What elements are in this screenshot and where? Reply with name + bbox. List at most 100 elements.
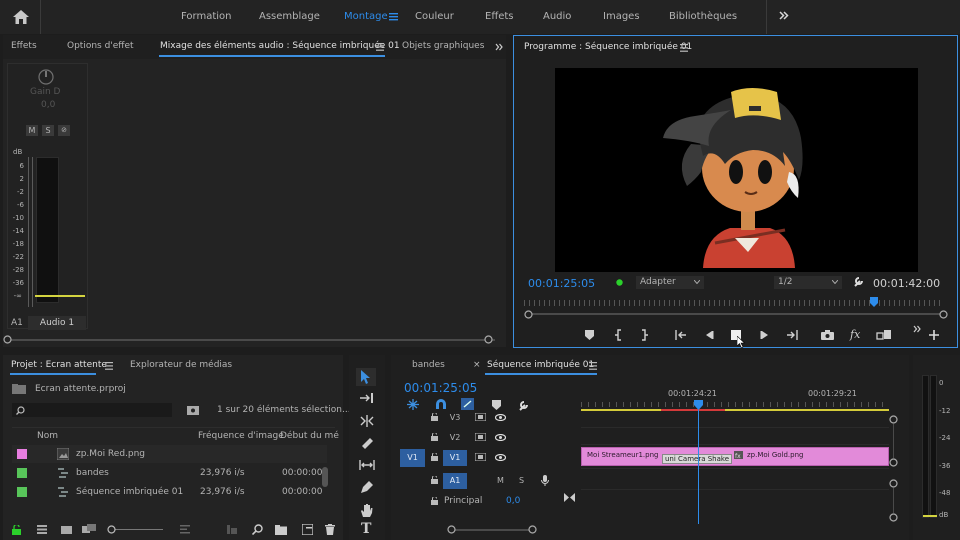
linked-selection-icon[interactable] <box>461 398 474 410</box>
more-workspaces-icon[interactable] <box>779 11 789 20</box>
step-forward-icon[interactable] <box>760 330 770 340</box>
mixer-scrollbar[interactable] <box>6 339 495 341</box>
add-marker-icon[interactable] <box>492 400 501 410</box>
type-tool-icon[interactable]: T <box>361 521 371 537</box>
playhead-marker[interactable] <box>694 400 703 410</box>
find-icon[interactable] <box>252 524 263 535</box>
step-back-icon[interactable] <box>704 330 714 340</box>
tab-sequence[interactable]: Séquence imbriquée 01 <box>487 360 594 370</box>
fit-dropdown[interactable]: Adapter <box>636 276 704 289</box>
go-to-in-icon[interactable] <box>675 330 687 340</box>
slip-tool-icon[interactable] <box>359 459 375 471</box>
trash-icon[interactable] <box>325 524 335 535</box>
eye-icon[interactable] <box>495 454 506 461</box>
lock-icon[interactable] <box>12 525 21 535</box>
nav-item-audio[interactable]: Audio <box>543 11 571 22</box>
vertical-zoom-handle[interactable] <box>889 513 898 522</box>
scroll-handle-right[interactable] <box>528 525 537 534</box>
hand-tool-icon[interactable] <box>360 503 373 517</box>
more-controls-icon[interactable] <box>913 325 922 333</box>
track-output-icon[interactable] <box>475 413 486 421</box>
zoom-handle-right[interactable] <box>939 310 948 319</box>
workspace-menu-icon[interactable] <box>389 12 398 21</box>
timeline-menu-icon[interactable] <box>589 362 597 370</box>
vertical-zoom-handle[interactable] <box>889 415 898 424</box>
playhead-line[interactable] <box>698 410 699 524</box>
track-name-v1[interactable]: V1 <box>443 450 467 466</box>
go-to-out-icon[interactable] <box>786 330 798 340</box>
track-name-v3[interactable]: V3 <box>443 410 467 426</box>
zoom-handle-left[interactable] <box>524 310 533 319</box>
tab-options-effet[interactable]: Options d'effet <box>67 41 134 51</box>
principal-volume-value[interactable]: 0,0 <box>506 496 520 506</box>
program-title[interactable]: Programme : Séquence imbriquée 01 <box>524 42 692 52</box>
project-menu-icon[interactable] <box>105 362 113 370</box>
time-ruler[interactable]: 00:01:24:21 00:01:29:21 <box>581 383 889 413</box>
column-nom[interactable]: Nom <box>37 431 58 441</box>
nav-item-formation[interactable]: Formation <box>181 11 231 22</box>
eye-icon[interactable] <box>495 414 506 421</box>
resolution-dropdown[interactable]: 1/2 <box>774 276 842 289</box>
list-view-icon[interactable] <box>37 525 47 534</box>
nav-item-effets[interactable]: Effets <box>485 11 514 22</box>
video-canvas[interactable] <box>555 68 918 272</box>
pen-tool-icon[interactable] <box>360 481 373 494</box>
track-lock-icon[interactable] <box>431 433 438 441</box>
program-mini-ruler[interactable] <box>524 300 944 306</box>
track-select-tool-icon[interactable] <box>360 392 374 404</box>
scroll-handle-left[interactable] <box>447 525 456 534</box>
wrench-icon[interactable] <box>518 399 530 411</box>
track-output-icon[interactable] <box>475 453 486 461</box>
new-bin-icon[interactable] <box>275 525 287 535</box>
tab-projet[interactable]: Projet : Ecran attente <box>11 360 107 370</box>
scroll-handle-left[interactable] <box>3 335 12 344</box>
nest-icon[interactable] <box>407 399 419 410</box>
mark-out-icon[interactable] <box>641 329 648 341</box>
record-button[interactable]: ⊘ <box>58 125 70 136</box>
program-menu-icon[interactable] <box>680 44 688 52</box>
tab-explorateur[interactable]: Explorateur de médias <box>130 360 232 370</box>
new-item-icon[interactable] <box>302 524 313 535</box>
timeline-timecode[interactable]: 00:01:25:05 <box>404 381 477 395</box>
tab-bandes[interactable]: bandes <box>412 360 445 370</box>
mute-button[interactable]: M <box>26 125 38 136</box>
list-item[interactable]: zp.Moi Red.png <box>12 445 327 463</box>
track-name-a1[interactable]: A1 <box>443 473 467 489</box>
zoom-slider-handle[interactable] <box>107 525 116 534</box>
pan-knob[interactable] <box>38 69 54 85</box>
tab-audio-clip-mixer[interactable]: Mixage des éléments audio : Séquence imb… <box>160 41 400 51</box>
playhead-marker[interactable] <box>870 297 878 307</box>
camera-icon[interactable] <box>821 330 834 340</box>
gain-value[interactable]: 0,0 <box>41 100 55 110</box>
tab-objets-graphiques[interactable]: Objets graphiques <box>402 41 484 51</box>
nav-item-bibliotheques[interactable]: Bibliothèques <box>669 11 737 22</box>
list-item[interactable]: Séquence imbriquée 01 23,976 i/s 00:00:0… <box>12 483 327 501</box>
panel-menu-icon[interactable] <box>376 43 384 51</box>
track-lock-icon[interactable] <box>431 476 438 484</box>
program-zoom-bar[interactable] <box>528 313 942 315</box>
track-lock-icon[interactable] <box>431 453 438 461</box>
track-lock-icon[interactable] <box>431 497 438 505</box>
tab-effets[interactable]: Effets <box>11 41 37 51</box>
list-item[interactable]: bandes 23,976 i/s 00:00:00 <box>12 464 327 482</box>
nav-item-montage[interactable]: Montage <box>344 11 388 22</box>
nav-item-assemblage[interactable]: Assemblage <box>259 11 320 22</box>
eye-icon[interactable] <box>495 434 506 441</box>
timeline-scrollbar[interactable] <box>451 529 533 531</box>
volume-fader[interactable] <box>35 295 85 297</box>
solo-button[interactable]: S <box>42 125 54 136</box>
add-marker-icon[interactable] <box>585 330 594 340</box>
fx-icon[interactable]: fx <box>850 328 860 341</box>
nav-item-images[interactable]: Images <box>603 11 640 22</box>
selection-tool[interactable] <box>356 368 376 386</box>
label-color-swatch[interactable] <box>17 468 27 478</box>
project-scrollbar[interactable] <box>322 467 328 487</box>
track-mute-button[interactable]: M <box>497 476 504 485</box>
vertical-zoom-handle[interactable] <box>889 458 898 467</box>
wrench-icon[interactable] <box>853 275 865 287</box>
clip-moi-streameur[interactable]: Moi Streameur1.png uni Camera Shake fx z… <box>581 447 889 466</box>
column-frequence[interactable]: Fréquence d'image <box>198 431 284 441</box>
track-solo-button[interactable]: S <box>519 476 524 485</box>
home-icon[interactable] <box>12 9 30 25</box>
go-to-end-icon[interactable] <box>564 493 575 502</box>
